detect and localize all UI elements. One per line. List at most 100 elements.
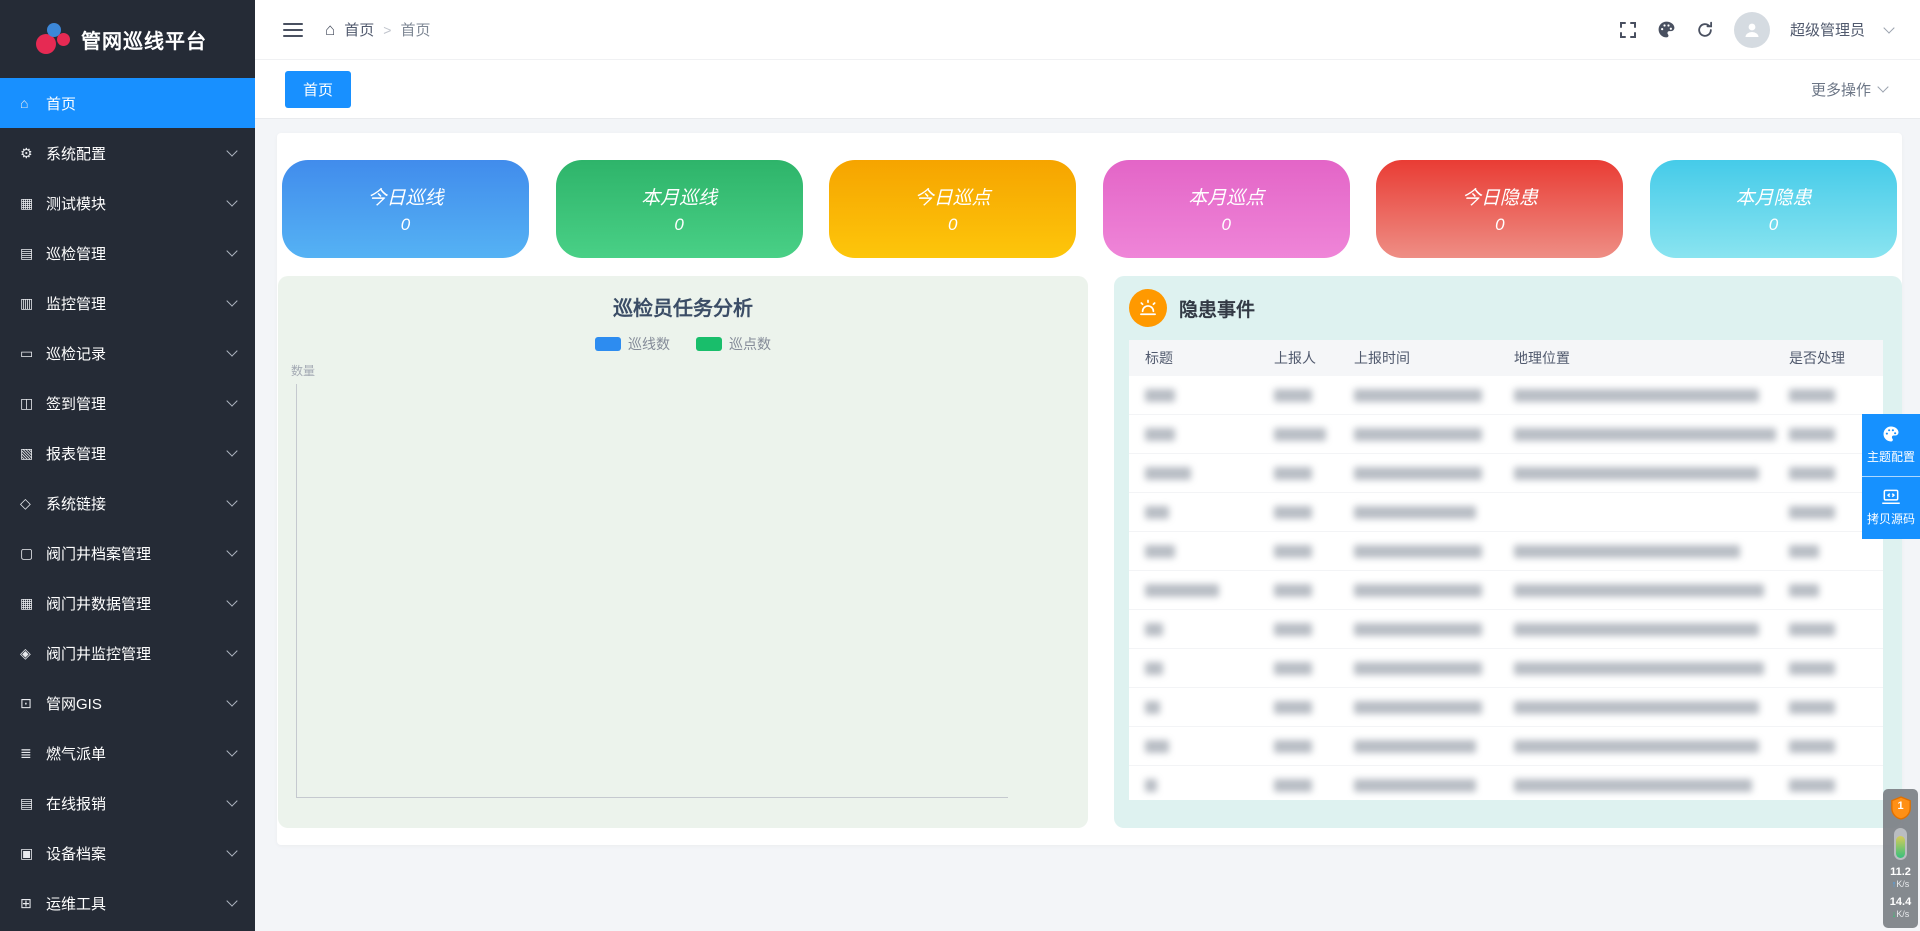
- dashboard-card: 今日巡线0 本月巡线0 今日巡点0 本月巡点0 今日隐患0 本月隐患0 巡检员任务分析 巡…: [277, 133, 1902, 845]
- redacted-cell: [1789, 740, 1883, 753]
- sidebar-item-valve-well-data-mgmt[interactable]: ▦阀门井数据管理: [0, 578, 255, 628]
- sidebar-item-valve-well-archive-mgmt[interactable]: ▢阀门井档案管理: [0, 528, 255, 578]
- redacted-cell: [1514, 389, 1789, 402]
- column-header: 地理位置: [1514, 348, 1789, 368]
- column-header: 上报时间: [1354, 348, 1514, 368]
- table-row[interactable]: [1129, 766, 1883, 800]
- net-speed-widget[interactable]: 1 11.2 ↑K/s 14.4 ↓K/s: [1883, 789, 1918, 928]
- fullscreen-icon[interactable]: [1619, 21, 1637, 39]
- chevron-down-icon: [226, 395, 237, 406]
- user-name[interactable]: 超级管理员: [1790, 19, 1865, 40]
- sidebar-item-online-reimburse[interactable]: ▤在线报销: [0, 778, 255, 828]
- table-row[interactable]: [1129, 571, 1883, 610]
- table-row[interactable]: [1129, 532, 1883, 571]
- redacted-cell: [1354, 623, 1514, 636]
- legend-item[interactable]: 巡点数: [696, 334, 771, 354]
- sidebar-item-gas-dispatch[interactable]: ≣燃气派单: [0, 728, 255, 778]
- palette-icon[interactable]: [1657, 20, 1676, 39]
- table-row[interactable]: [1129, 649, 1883, 688]
- open-book-icon: ◫: [20, 395, 46, 412]
- y-axis-label: 数量: [291, 362, 315, 379]
- stat-card[interactable]: 今日巡点0: [829, 160, 1076, 258]
- table-row[interactable]: [1129, 493, 1883, 532]
- stat-card-label: 今日巡点: [915, 183, 991, 210]
- redacted-cell: [1274, 428, 1354, 441]
- table-row[interactable]: [1129, 688, 1883, 727]
- theme-config-button[interactable]: 主题配置: [1862, 414, 1920, 476]
- table-header: 标题上报人上报时间地理位置是否处理: [1129, 340, 1883, 376]
- sidebar-item-report-mgmt[interactable]: ▧报表管理: [0, 428, 255, 478]
- sidebar-toggle-icon[interactable]: [283, 19, 303, 41]
- chevron-down-icon: [1877, 81, 1888, 92]
- sidebar-item-home[interactable]: ⌂首页: [0, 78, 255, 128]
- redacted-cell: [1354, 779, 1514, 792]
- sidebar-item-pipeline-gis[interactable]: ⊡管网GIS: [0, 678, 255, 728]
- sidebar-item-system-links[interactable]: ◇系统链接: [0, 478, 255, 528]
- chevron-down-icon: [226, 545, 237, 556]
- legend-item[interactable]: 巡线数: [595, 334, 670, 354]
- sidebar-item-label: 设备档案: [46, 843, 228, 864]
- sidebar-item-inspection-records[interactable]: ▭巡检记录: [0, 328, 255, 378]
- app-logo: 管网巡线平台: [0, 0, 255, 78]
- sidebar-item-test-module[interactable]: ▦测试模块: [0, 178, 255, 228]
- table-row[interactable]: [1129, 454, 1883, 493]
- copy-source-button[interactable]: 拷贝源码: [1862, 476, 1920, 539]
- gis-monitor-icon: ⊡: [20, 695, 46, 712]
- tab-home[interactable]: 首页: [285, 71, 351, 108]
- stat-card[interactable]: 今日巡线0: [282, 160, 529, 258]
- table-row[interactable]: [1129, 376, 1883, 415]
- stat-card[interactable]: 本月巡线0: [556, 160, 803, 258]
- cube-icon: ◇: [20, 495, 46, 512]
- floating-buttons: 主题配置 拷贝源码: [1862, 414, 1920, 539]
- redacted-cell: [1354, 740, 1514, 753]
- stat-cards-row: 今日巡线0 本月巡线0 今日巡点0 本月巡点0 今日隐患0 本月隐患0: [282, 160, 1897, 258]
- stat-card[interactable]: 今日隐患0: [1376, 160, 1623, 258]
- chevron-down-icon: [226, 745, 237, 756]
- redacted-cell: [1274, 584, 1354, 597]
- chevron-down-icon: [226, 345, 237, 356]
- sidebar-item-valve-well-monitor-mgmt[interactable]: ◈阀门井监控管理: [0, 628, 255, 678]
- chart-legend: 巡线数 巡点数: [278, 334, 1088, 354]
- cube-icon: ◈: [20, 645, 46, 662]
- stat-card-label: 今日隐患: [1462, 183, 1538, 210]
- chevron-down-icon[interactable]: [1883, 22, 1894, 33]
- sidebar-item-system-config[interactable]: ⚙系统配置: [0, 128, 255, 178]
- archive-box-icon: ▦: [20, 195, 46, 212]
- table-row[interactable]: [1129, 415, 1883, 454]
- refresh-icon[interactable]: [1696, 21, 1714, 39]
- stat-card[interactable]: 本月巡点0: [1103, 160, 1350, 258]
- monitor-list-icon: ▥: [20, 295, 46, 312]
- redacted-cell: [1145, 428, 1274, 441]
- redacted-cell: [1274, 701, 1354, 714]
- redacted-cell: [1145, 740, 1274, 753]
- sidebar-item-ops-tools[interactable]: ⊞运维工具: [0, 878, 255, 928]
- sidebar-item-monitor-mgmt[interactable]: ▥监控管理: [0, 278, 255, 328]
- sidebar-item-inspection-mgmt[interactable]: ▤巡检管理: [0, 228, 255, 278]
- stat-card-label: 本月巡点: [1188, 183, 1264, 210]
- redacted-cell: [1274, 389, 1354, 402]
- avatar[interactable]: [1734, 12, 1770, 48]
- table-body: [1129, 376, 1883, 800]
- sidebar-item-device-archive[interactable]: ▣设备档案: [0, 828, 255, 878]
- redacted-cell: [1274, 740, 1354, 753]
- table-row[interactable]: [1129, 610, 1883, 649]
- stat-card[interactable]: 本月隐患0: [1650, 160, 1897, 258]
- table-row[interactable]: [1129, 727, 1883, 766]
- redacted-cell: [1514, 779, 1789, 792]
- sidebar-item-label: 运维工具: [46, 893, 228, 914]
- main-content: 今日巡线0 本月巡线0 今日巡点0 本月巡点0 今日隐患0 本月隐患0 巡检员任务分析 巡…: [255, 119, 1920, 931]
- chart-title: 巡检员任务分析: [278, 292, 1088, 321]
- legend-swatch: [696, 337, 722, 351]
- breadcrumb: ⌂ 首页 > 首页: [325, 19, 431, 40]
- legend-label: 巡线数: [628, 334, 670, 354]
- sidebar-item-label: 管网GIS: [46, 693, 228, 714]
- more-actions-dropdown[interactable]: 更多操作: [1811, 79, 1890, 100]
- redacted-cell: [1514, 545, 1789, 558]
- laptop-icon: ▭: [20, 345, 46, 362]
- sidebar-item-label: 巡检记录: [46, 343, 228, 364]
- laptop-code-icon: ⊞: [20, 895, 46, 912]
- sidebar-item-label: 燃气派单: [46, 743, 228, 764]
- chevron-down-icon: [226, 795, 237, 806]
- sidebar-item-checkin-mgmt[interactable]: ◫签到管理: [0, 378, 255, 428]
- breadcrumb-home[interactable]: 首页: [344, 19, 374, 40]
